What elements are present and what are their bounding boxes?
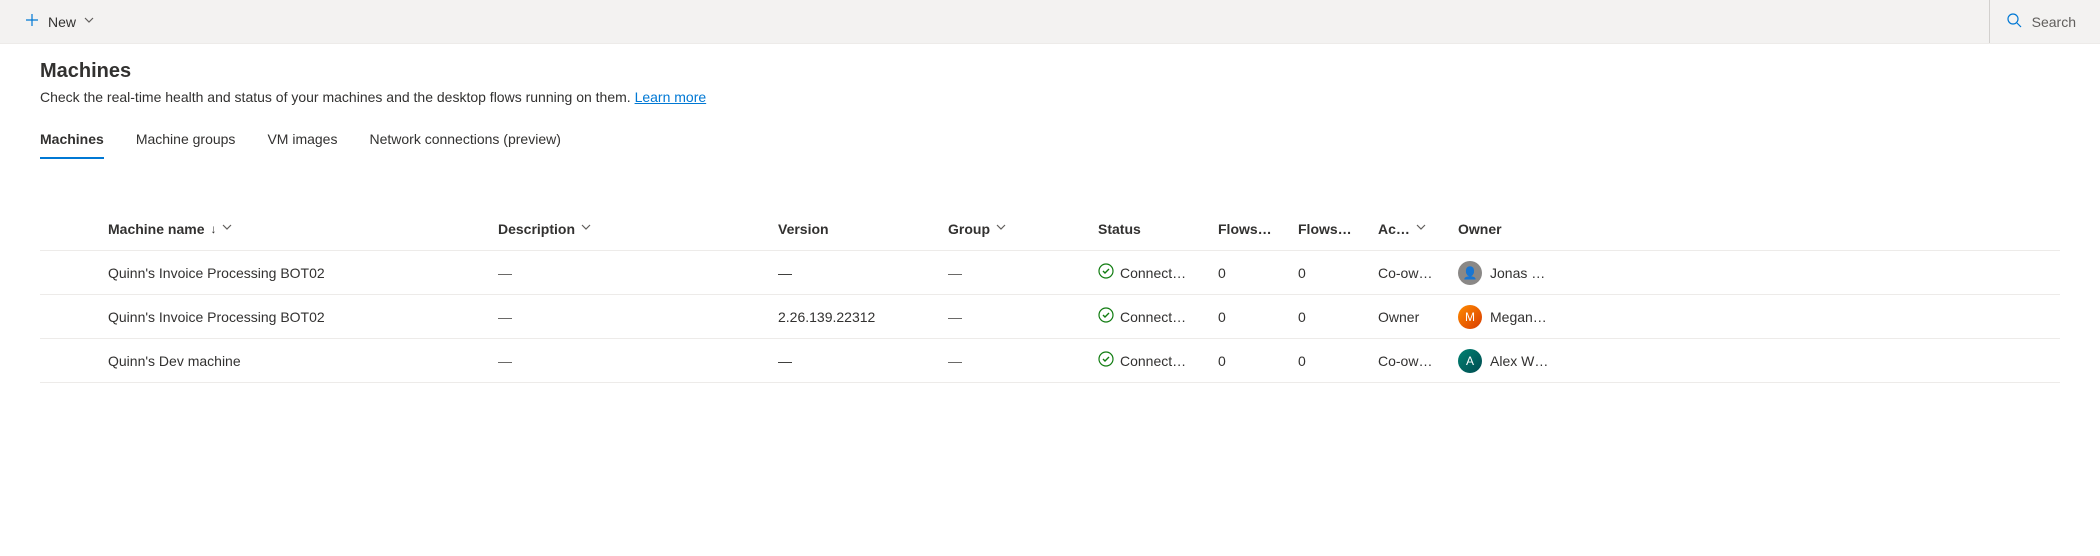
avatar: A xyxy=(1458,349,1482,373)
column-flows-1[interactable]: Flows… xyxy=(1210,221,1290,237)
cell-access: Co-ow… xyxy=(1370,353,1450,369)
chevron-down-icon xyxy=(581,222,591,235)
new-button[interactable]: New xyxy=(16,6,102,37)
check-circle-icon xyxy=(1098,351,1114,370)
plus-icon xyxy=(24,12,40,31)
cell-machine-name[interactable]: Quinn's Invoice Processing BOT02 xyxy=(100,265,490,281)
new-label: New xyxy=(48,14,76,30)
cell-group: — xyxy=(940,353,1090,369)
check-circle-icon xyxy=(1098,263,1114,282)
column-version-label: Version xyxy=(778,221,829,237)
cell-version: 2.26.139.22312 xyxy=(770,309,940,325)
tab-machines[interactable]: Machines xyxy=(40,123,104,159)
column-machine-name-label: Machine name xyxy=(108,221,204,237)
cell-flows-1: 0 xyxy=(1210,265,1290,281)
cell-description: — xyxy=(490,265,770,281)
column-owner-label: Owner xyxy=(1458,221,1502,237)
toolbar: New Search xyxy=(0,0,2100,44)
cell-flows-2: 0 xyxy=(1290,309,1370,325)
cell-flows-2: 0 xyxy=(1290,353,1370,369)
table-row[interactable]: Quinn's Dev machine — — — Connect… 0 0 C… xyxy=(40,339,2060,383)
column-access[interactable]: Ac… xyxy=(1370,221,1450,237)
cell-owner: M Megan… xyxy=(1450,305,2060,329)
cell-owner: A Alex W… xyxy=(1450,349,2060,373)
table-row[interactable]: Quinn's Invoice Processing BOT02 — — — C… xyxy=(40,251,2060,295)
page-content: Machines Check the real-time health and … xyxy=(0,44,2100,383)
table-row[interactable]: Quinn's Invoice Processing BOT02 — 2.26.… xyxy=(40,295,2060,339)
column-owner[interactable]: Owner xyxy=(1450,221,2060,237)
column-group-label: Group xyxy=(948,221,990,237)
tab-vm-images[interactable]: VM images xyxy=(267,123,337,159)
toolbar-divider xyxy=(1989,0,1990,43)
sort-arrow-icon: ↓ xyxy=(210,222,216,236)
search-label: Search xyxy=(2032,14,2076,30)
cell-group: — xyxy=(940,309,1090,325)
column-description[interactable]: Description xyxy=(490,221,770,237)
cell-status: Connect… xyxy=(1090,351,1210,370)
cell-version: — xyxy=(770,353,940,369)
cell-machine-name[interactable]: Quinn's Invoice Processing BOT02 xyxy=(100,309,490,325)
chevron-down-icon xyxy=(84,15,94,28)
cell-access: Co-ow… xyxy=(1370,265,1450,281)
column-version[interactable]: Version xyxy=(770,221,940,237)
cell-group: — xyxy=(940,265,1090,281)
toolbar-left: New xyxy=(16,6,102,37)
chevron-down-icon xyxy=(1416,222,1426,235)
search-button[interactable]: Search xyxy=(1998,6,2084,37)
avatar: 👤 xyxy=(1458,261,1482,285)
column-status[interactable]: Status xyxy=(1090,221,1210,237)
search-icon xyxy=(2006,12,2022,31)
cell-flows-1: 0 xyxy=(1210,353,1290,369)
column-flows1-label: Flows… xyxy=(1218,221,1272,237)
cell-description: — xyxy=(490,309,770,325)
chevron-down-icon xyxy=(996,222,1006,235)
cell-flows-1: 0 xyxy=(1210,309,1290,325)
column-flows-2[interactable]: Flows… xyxy=(1290,221,1370,237)
cell-owner: 👤 Jonas … xyxy=(1450,261,2060,285)
tab-machine-groups[interactable]: Machine groups xyxy=(136,123,236,159)
column-description-label: Description xyxy=(498,221,575,237)
check-circle-icon xyxy=(1098,307,1114,326)
column-group[interactable]: Group xyxy=(940,221,1090,237)
page-subtitle: Check the real-time health and status of… xyxy=(40,89,2060,105)
tab-network-connections[interactable]: Network connections (preview) xyxy=(369,123,560,159)
cell-machine-name[interactable]: Quinn's Dev machine xyxy=(100,353,490,369)
column-status-label: Status xyxy=(1098,221,1141,237)
page-title: Machines xyxy=(40,60,2060,83)
cell-access: Owner xyxy=(1370,309,1450,325)
column-flows2-label: Flows… xyxy=(1298,221,1352,237)
column-access-label: Ac… xyxy=(1378,221,1410,237)
learn-more-link[interactable]: Learn more xyxy=(635,89,707,105)
chevron-down-icon xyxy=(222,222,232,235)
subtitle-text: Check the real-time health and status of… xyxy=(40,89,635,105)
cell-status: Connect… xyxy=(1090,307,1210,326)
table-header-row: Machine name ↓ Description Version Group… xyxy=(40,207,2060,251)
column-machine-name[interactable]: Machine name ↓ xyxy=(100,221,490,237)
cell-description: — xyxy=(490,353,770,369)
tabs: Machines Machine groups VM images Networ… xyxy=(40,123,2060,159)
cell-flows-2: 0 xyxy=(1290,265,1370,281)
cell-status: Connect… xyxy=(1090,263,1210,282)
avatar: M xyxy=(1458,305,1482,329)
table: Machine name ↓ Description Version Group… xyxy=(40,207,2060,383)
cell-version: — xyxy=(770,265,940,281)
